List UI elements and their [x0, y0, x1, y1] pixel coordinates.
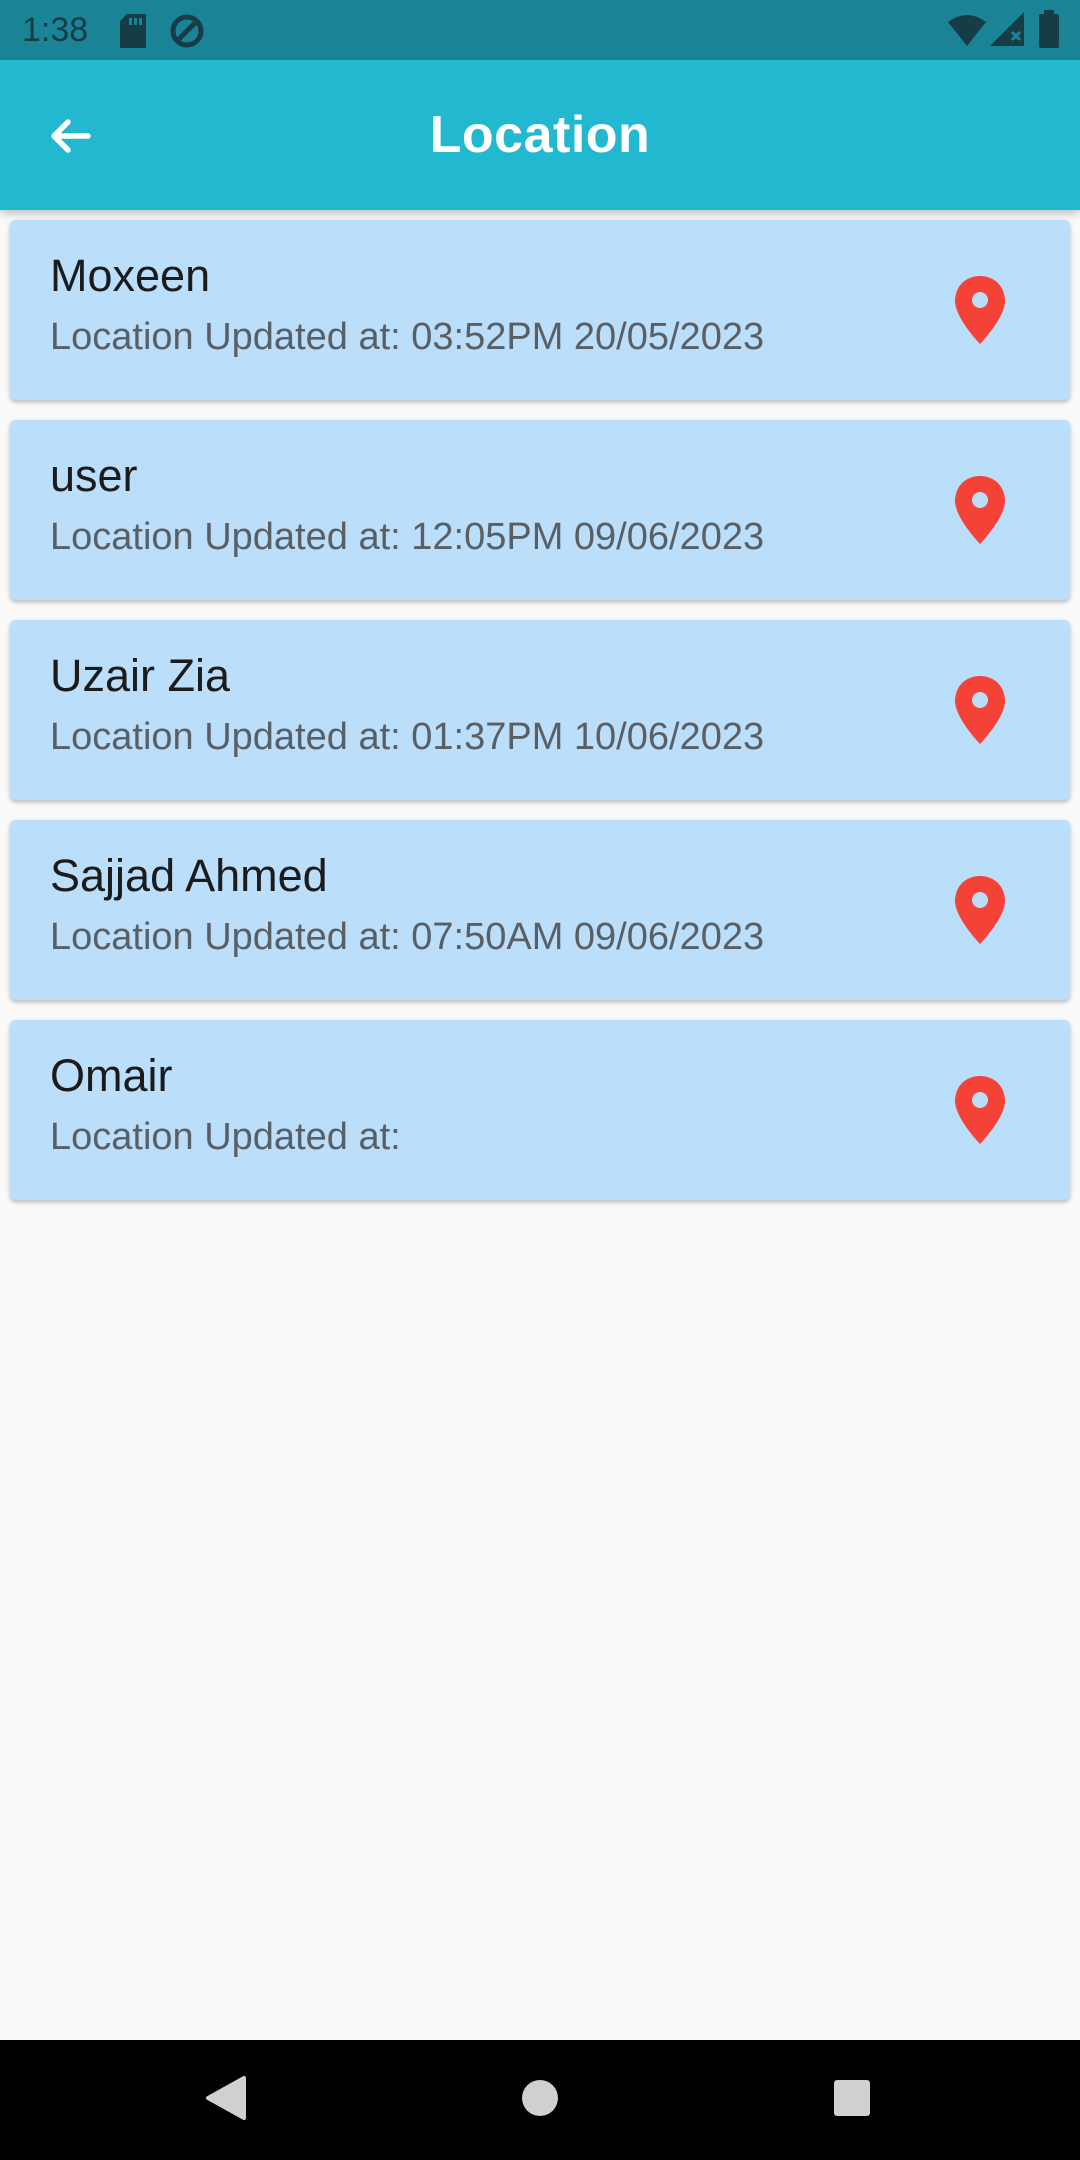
nav-back-button[interactable] — [196, 2070, 256, 2130]
location-pin-icon[interactable] — [952, 474, 1008, 546]
app-bar: Location — [0, 60, 1080, 210]
recents-square-icon — [832, 2078, 872, 2123]
wifi-icon — [948, 14, 986, 51]
user-name: Uzair Zia — [50, 650, 231, 701]
location-updated-text: Location Updated at: 01:37PM 10/06/2023 — [50, 716, 765, 758]
battery-icon — [1038, 10, 1060, 53]
location-card[interactable]: Omair Location Updated at: — [10, 1020, 1070, 1200]
data-saver-icon — [168, 12, 206, 55]
page-title: Location — [429, 106, 651, 164]
home-circle-icon — [520, 2078, 560, 2123]
nav-recents-button[interactable] — [822, 2070, 882, 2130]
user-name: user — [50, 450, 138, 501]
user-name: Moxeen — [50, 250, 211, 301]
location-card[interactable]: Sajjad Ahmed Location Updated at: 07:50A… — [10, 820, 1070, 1000]
status-time: 1:38 — [22, 11, 89, 49]
signal-icon — [990, 12, 1024, 51]
location-pin-icon[interactable] — [952, 274, 1008, 346]
location-list: Moxeen Location Updated at: 03:52PM 20/0… — [10, 220, 1070, 1220]
user-name: Omair — [50, 1050, 173, 1101]
location-updated-text: Location Updated at: 07:50AM 09/06/2023 — [50, 916, 765, 958]
location-card[interactable]: Uzair Zia Location Updated at: 01:37PM 1… — [10, 620, 1070, 800]
location-pin-icon[interactable] — [952, 674, 1008, 746]
location-card[interactable]: user Location Updated at: 12:05PM 09/06/… — [10, 420, 1070, 600]
location-pin-icon[interactable] — [952, 1074, 1008, 1146]
status-bar: 1:38 — [0, 0, 1080, 60]
nav-home-button[interactable] — [510, 2070, 570, 2130]
location-pin-icon[interactable] — [952, 874, 1008, 946]
location-updated-text: Location Updated at: 03:52PM 20/05/2023 — [50, 316, 765, 358]
navigation-bar — [0, 2040, 1080, 2160]
sd-card-icon — [118, 14, 148, 53]
user-name: Sajjad Ahmed — [50, 850, 328, 901]
location-updated-text: Location Updated at: — [50, 1116, 401, 1158]
location-updated-text: Location Updated at: 12:05PM 09/06/2023 — [50, 516, 765, 558]
back-triangle-icon — [204, 2074, 248, 2127]
location-card[interactable]: Moxeen Location Updated at: 03:52PM 20/0… — [10, 220, 1070, 400]
